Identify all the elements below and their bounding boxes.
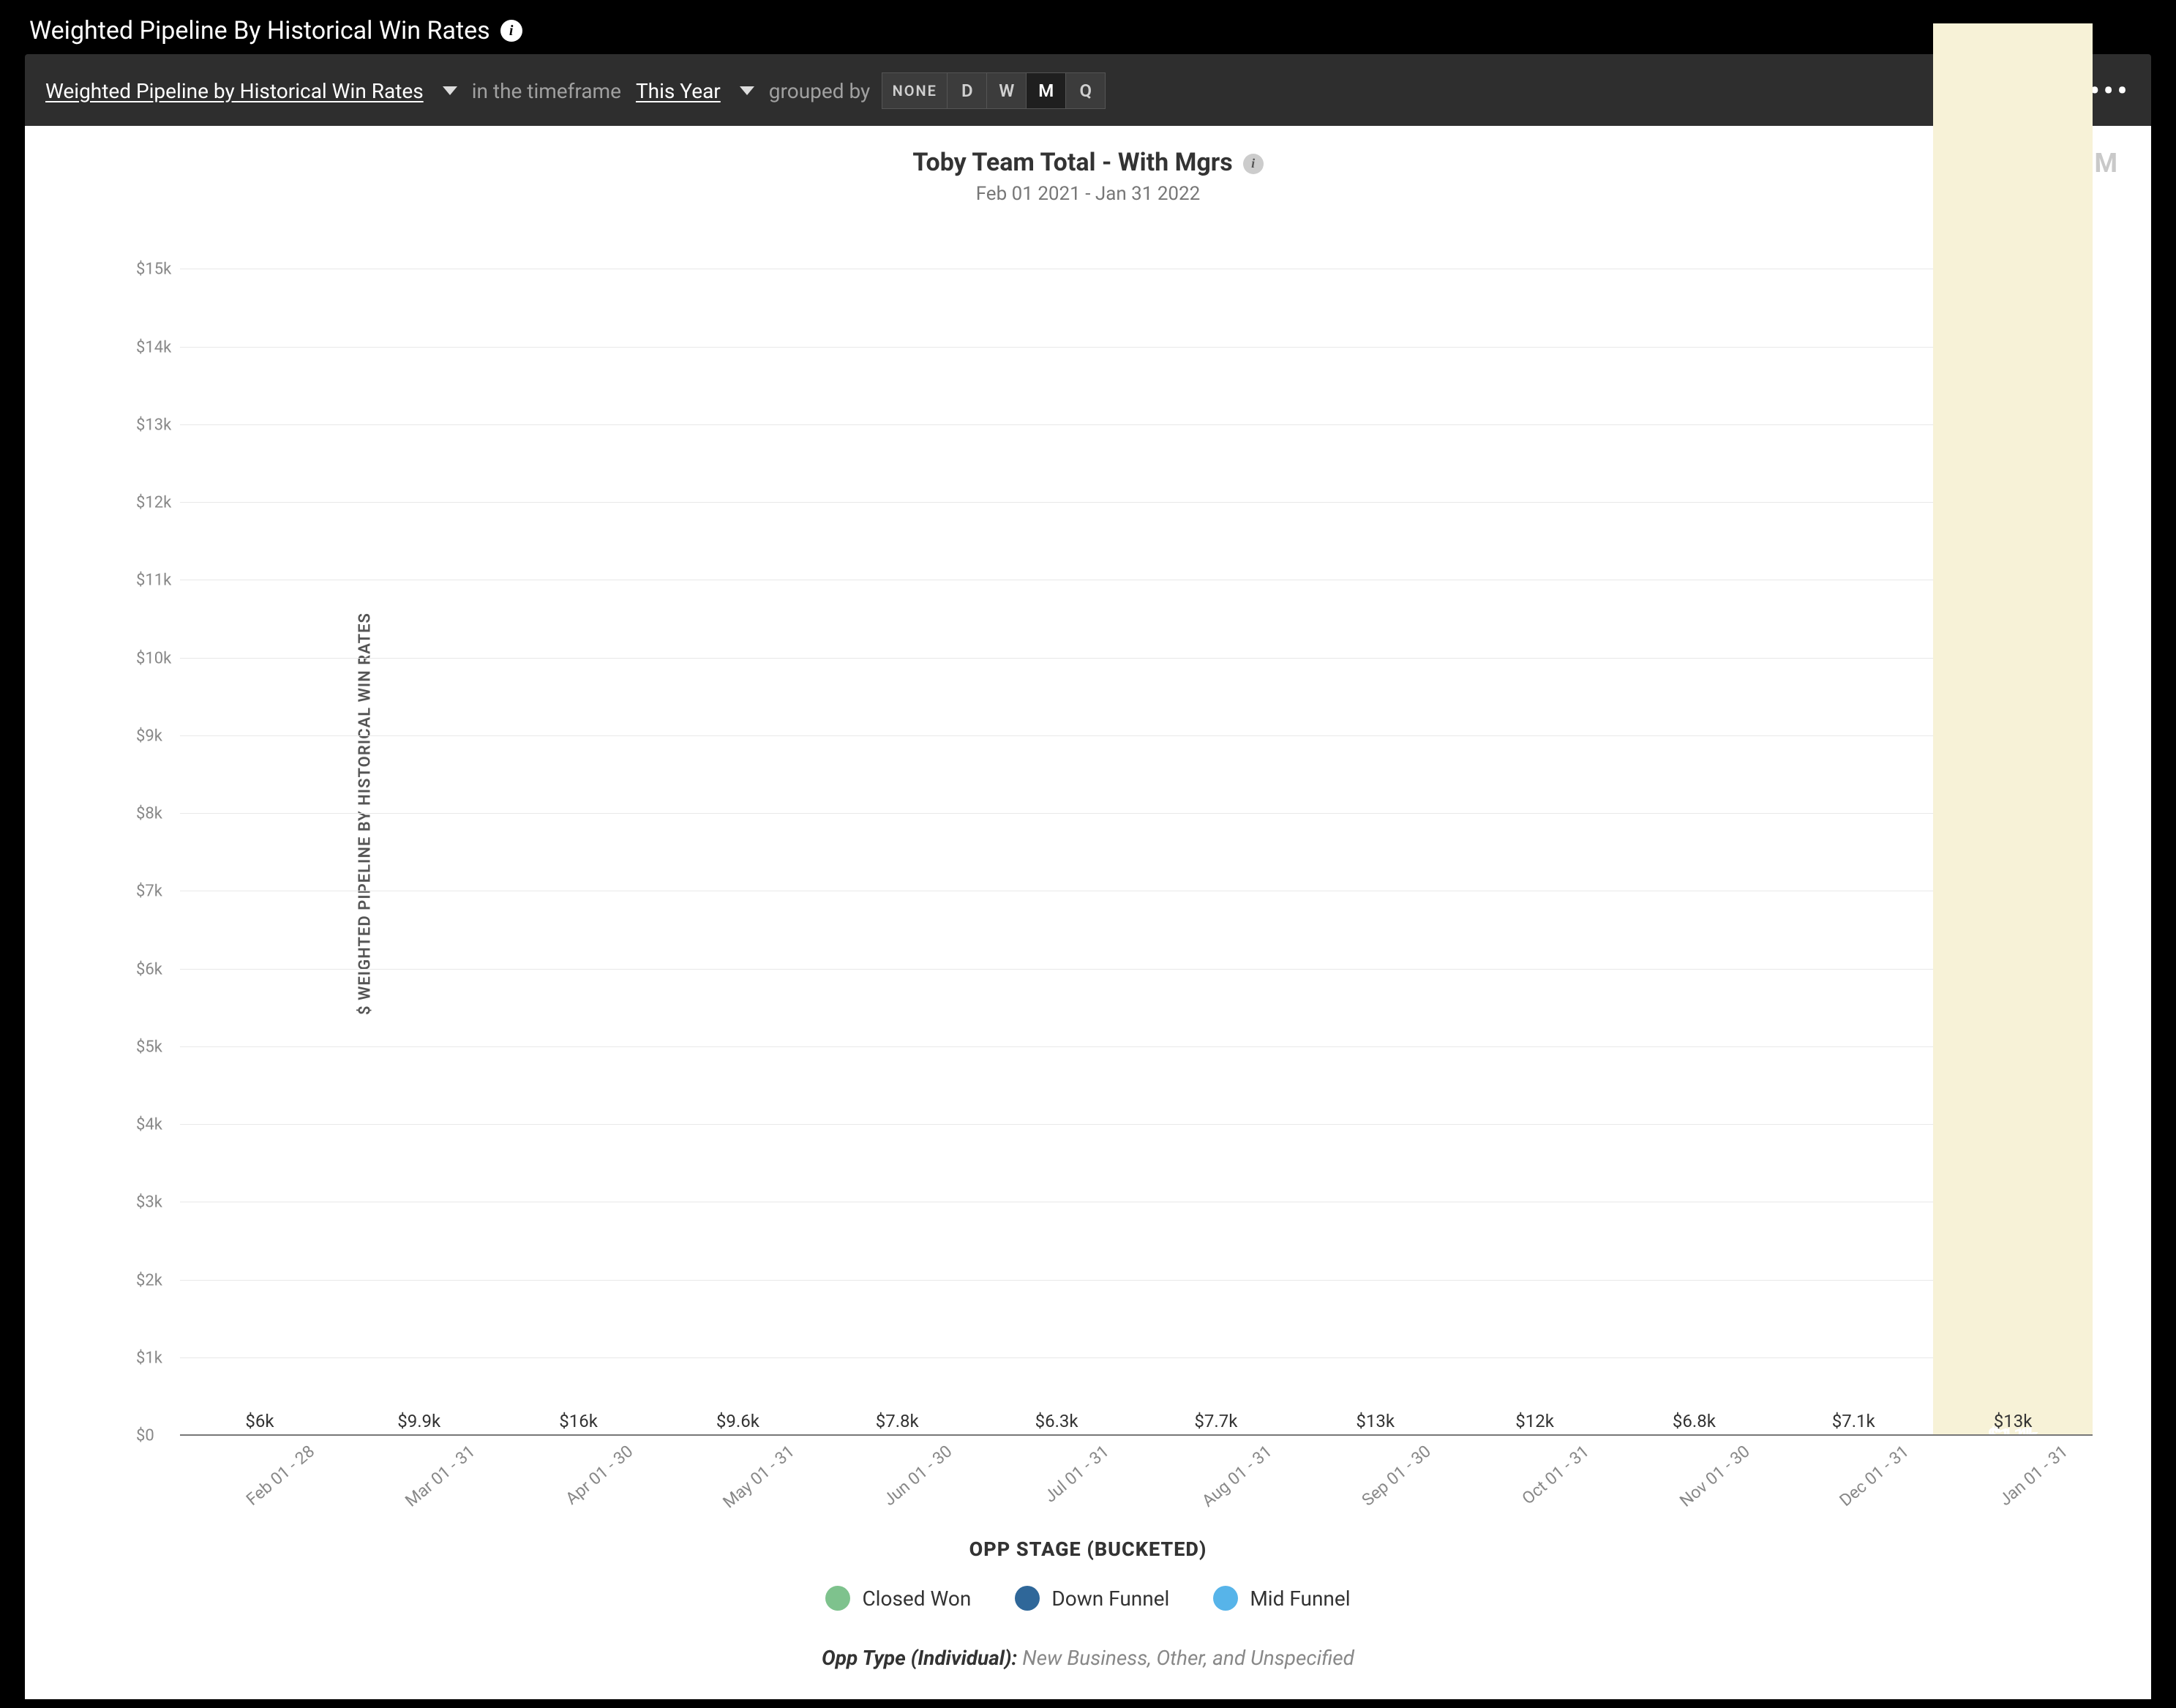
chevron-down-icon[interactable] xyxy=(740,86,754,95)
y-tick-label: $9k xyxy=(136,727,162,745)
chart-title: Toby Team Total - With Mgrs xyxy=(912,148,1232,177)
legend: Closed Won Down Funnel Mid Funnel xyxy=(25,1586,2151,1611)
in-progress-band: IN PROGRESS xyxy=(1933,23,2093,1436)
bar-total-label: $13k xyxy=(1356,1411,1395,1431)
header: Weighted Pipeline By Historical Win Rate… xyxy=(0,0,2176,54)
group-week[interactable]: W xyxy=(987,72,1027,109)
y-tick-label: $15k xyxy=(136,261,171,279)
info-icon[interactable]: i xyxy=(1243,154,1264,174)
y-tick-label: $8k xyxy=(136,805,162,823)
bar-total-label: $7.7k xyxy=(1194,1411,1237,1431)
y-tick-label: $4k xyxy=(136,1116,162,1134)
y-tick-label: $5k xyxy=(136,1038,162,1056)
group-quarter[interactable]: Q xyxy=(1066,72,1106,109)
swatch-icon xyxy=(825,1586,850,1611)
y-tick-label: $3k xyxy=(136,1194,162,1212)
bar-total-label: $9.6k xyxy=(716,1411,759,1431)
bar-total-label: $7.1k xyxy=(1832,1411,1875,1431)
legend-item-mid-funnel[interactable]: Mid Funnel xyxy=(1213,1586,1350,1611)
swatch-icon xyxy=(1213,1586,1238,1611)
y-tick-label: $0 xyxy=(136,1427,154,1445)
swatch-icon xyxy=(1015,1586,1040,1611)
y-tick-label: $14k xyxy=(136,338,171,356)
y-tick-label: $13k xyxy=(136,416,171,434)
grouped-by-label: grouped by xyxy=(769,79,870,103)
group-none[interactable]: NONE xyxy=(882,72,948,109)
info-icon[interactable]: i xyxy=(500,20,522,42)
bars-layer: IN PROGRESS$6k$6kFeb 01 - 28$9.9k$9.9kMa… xyxy=(180,192,2093,1436)
legend-item-closed-won[interactable]: Closed Won xyxy=(825,1586,971,1611)
page-title: Weighted Pipeline By Historical Win Rate… xyxy=(29,16,490,45)
bar-total-label: $9.9k xyxy=(397,1411,440,1431)
y-tick-label: $12k xyxy=(136,494,171,512)
bar-total-label: $16k xyxy=(559,1411,598,1431)
bar-total-label: $13k xyxy=(1994,1411,2033,1431)
chevron-down-icon[interactable] xyxy=(443,86,457,95)
bar-total-label: $6.8k xyxy=(1673,1411,1716,1431)
y-tick-label: $1k xyxy=(136,1349,162,1367)
y-tick-label: $7k xyxy=(136,883,162,901)
group-month[interactable]: M xyxy=(1027,72,1066,109)
chart-footer: OPP STAGE (BUCKETED) Closed Won Down Fun… xyxy=(25,1537,2151,1670)
bar-total-label: $12k xyxy=(1515,1411,1554,1431)
timeframe-prefix: in the timeframe xyxy=(472,79,621,103)
bar-total-label: $7.8k xyxy=(876,1411,919,1431)
y-tick-label: $10k xyxy=(136,649,171,667)
x-axis-title: OPP STAGE (BUCKETED) xyxy=(25,1537,2151,1561)
bar-total-label: $6k xyxy=(245,1411,274,1431)
group-day[interactable]: D xyxy=(948,72,987,109)
chart-panel: Toby Team Total - With Mgrs i Feb 01 202… xyxy=(25,126,2151,1699)
metric-selector[interactable]: Weighted Pipeline by Historical Win Rate… xyxy=(45,79,424,103)
x-axis-line xyxy=(180,1434,2093,1436)
more-menu-icon[interactable]: ••• xyxy=(2089,72,2131,110)
timeframe-selector[interactable]: This Year xyxy=(636,79,721,103)
y-tick-label: $2k xyxy=(136,1271,162,1289)
legend-item-down-funnel[interactable]: Down Funnel xyxy=(1015,1586,1169,1611)
y-tick-label: $6k xyxy=(136,960,162,978)
plot-area: $ WEIGHTED PIPELINE BY HISTORICAL WIN RA… xyxy=(135,192,2093,1436)
filter-bar: Weighted Pipeline by Historical Win Rate… xyxy=(25,54,2151,127)
y-tick-label: $11k xyxy=(136,572,171,590)
caption: Opp Type (Individual): New Business, Oth… xyxy=(25,1646,2151,1670)
bar-total-label: $6.3k xyxy=(1035,1411,1078,1431)
group-buttons: NONE D W M Q xyxy=(882,72,1106,109)
